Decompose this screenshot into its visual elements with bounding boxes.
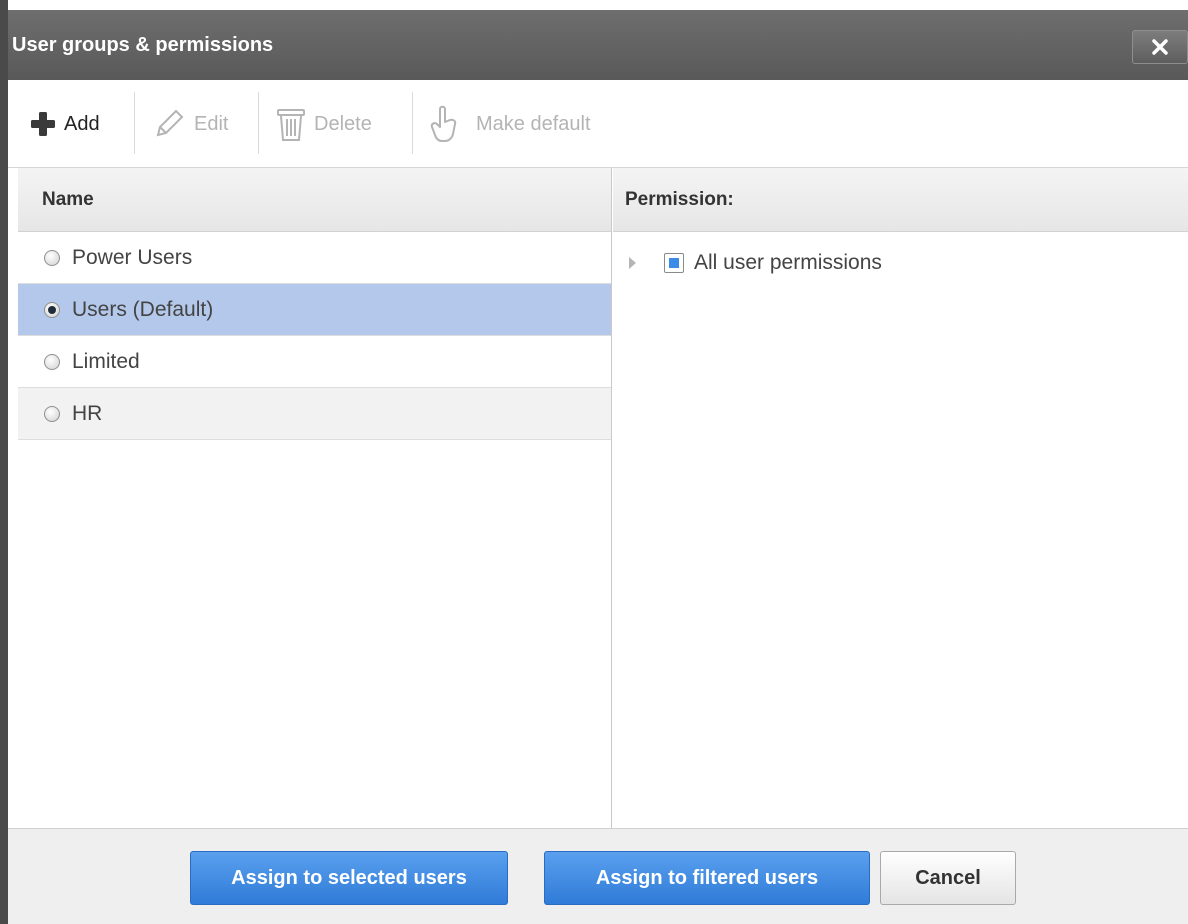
plus-icon (31, 112, 55, 136)
close-icon (1152, 39, 1168, 55)
add-button[interactable]: Add (30, 102, 100, 146)
groups-list-panel: Name Power Users Users (Default) Limited… (18, 168, 612, 828)
radio-button[interactable] (44, 405, 60, 422)
dialog-title: User groups & permissions (12, 34, 274, 56)
permission-label: All user permissions (694, 251, 882, 274)
permission-column-header: Permission: (613, 168, 1188, 232)
assign-selected-label: Assign to selected users (231, 866, 467, 889)
delete-label: Delete (314, 112, 372, 135)
assign-filtered-button[interactable]: Assign to filtered users (544, 851, 870, 905)
expand-arrow-icon[interactable] (629, 257, 636, 269)
list-item[interactable]: HR (18, 388, 611, 440)
assign-filtered-label: Assign to filtered users (595, 866, 819, 889)
edit-button[interactable]: Edit (152, 102, 228, 146)
toolbar: Add Edit Delete Make default (8, 80, 1188, 168)
dialog-titlebar: User groups & permissions (8, 10, 1188, 80)
cancel-button[interactable]: Cancel (880, 851, 1016, 905)
list-item[interactable]: Users (Default) (18, 284, 611, 336)
assign-selected-button[interactable]: Assign to selected users (190, 851, 508, 905)
radio-button[interactable] (44, 353, 60, 370)
toolbar-divider (258, 92, 259, 154)
permissions-panel: Permission: All user permissions (613, 168, 1188, 828)
permission-checkbox[interactable] (664, 253, 684, 273)
permission-tree-node: All user permissions (629, 248, 882, 278)
hand-pointer-icon (430, 105, 457, 142)
toolbar-divider (134, 92, 135, 154)
cancel-label: Cancel (915, 866, 981, 889)
toolbar-divider (412, 92, 413, 154)
user-groups-dialog: User groups & permissions Add Edit Delet… (0, 0, 1188, 924)
permission-header-label: Permission: (625, 188, 734, 210)
pencil-icon (156, 109, 184, 137)
group-label: Power Users (72, 245, 193, 269)
dialog-footer: Assign to selected users Assign to filte… (8, 828, 1188, 924)
radio-button[interactable] (44, 301, 60, 318)
close-button[interactable] (1132, 30, 1188, 64)
radio-button[interactable] (44, 249, 60, 266)
delete-button[interactable]: Delete (276, 102, 372, 146)
group-label: Limited (72, 349, 140, 373)
add-label: Add (64, 112, 100, 135)
list-item[interactable]: Power Users (18, 232, 611, 284)
name-column-header[interactable]: Name (18, 168, 611, 232)
trash-icon (277, 109, 305, 141)
list-item[interactable]: Limited (18, 336, 611, 388)
name-header-label: Name (42, 188, 94, 210)
edit-label: Edit (194, 112, 229, 135)
make-default-label: Make default (476, 112, 591, 135)
group-label: HR (72, 401, 103, 425)
make-default-button[interactable]: Make default (428, 102, 591, 146)
group-label: Users (Default) (72, 297, 214, 321)
